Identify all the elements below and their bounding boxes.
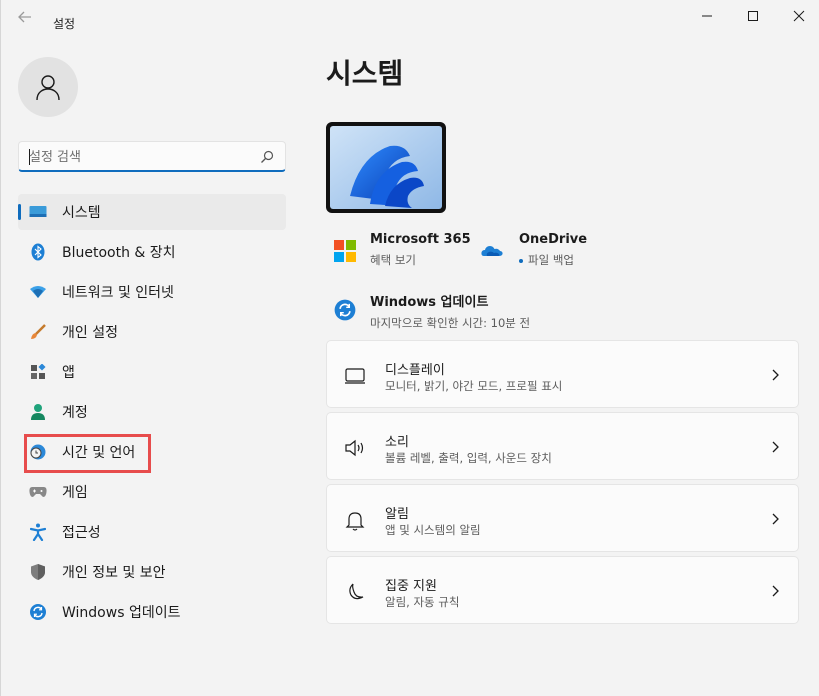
sidebar-item-label: Bluetooth & 장치 — [62, 245, 176, 261]
display-monitor-icon — [345, 368, 365, 384]
close-icon — [793, 10, 805, 22]
card-notifications[interactable]: 알림 앱 및 시스템의 알림 — [326, 484, 799, 552]
moon-icon — [349, 583, 364, 600]
card-subtitle: 알림, 자동 규칙 — [385, 595, 460, 609]
wallpaper-image — [330, 126, 442, 209]
privacy-shield-icon — [28, 562, 48, 582]
device-wallpaper-preview — [326, 122, 446, 213]
card-title: 소리 — [385, 435, 409, 450]
card-title: 알림 — [385, 507, 409, 522]
chevron-right-icon — [772, 369, 779, 381]
sidebar-item-bluetooth[interactable]: Bluetooth & 장치 — [18, 234, 286, 270]
sidebar-item-label: 앱 — [62, 365, 75, 381]
search-icon[interactable] — [259, 149, 275, 165]
page-title: 시스템 — [326, 57, 404, 90]
sidebar-item-label: 계정 — [62, 405, 88, 421]
sidebar-item-network[interactable]: 네트워크 및 인터넷 — [18, 274, 286, 310]
settings-search-box[interactable] — [18, 141, 286, 172]
personalization-brush-icon — [28, 322, 48, 342]
sidebar-item-label: 시스템 — [62, 205, 101, 221]
chevron-right-icon — [772, 585, 779, 597]
card-subtitle: 모니터, 밝기, 야간 모드, 프로필 표시 — [385, 379, 563, 393]
sidebar-item-privacy[interactable]: 개인 정보 및 보안 — [18, 554, 286, 590]
sidebar-item-label: 접근성 — [62, 525, 101, 541]
status-dot — [519, 258, 523, 263]
user-avatar[interactable] — [18, 57, 78, 117]
quick-link-subtitle: 혜택 보기 — [370, 253, 416, 267]
sidebar-item-personalization[interactable]: 개인 설정 — [18, 314, 286, 350]
back-arrow-icon — [18, 11, 31, 23]
speaker-icon — [345, 439, 364, 457]
maximize-icon — [748, 11, 758, 21]
settings-window: 설정 시스템 Bluetooth & 장치 — [0, 0, 819, 696]
sidebar-item-label: 개인 정보 및 보안 — [62, 565, 166, 581]
quick-link-microsoft-365[interactable]: Microsoft 365 혜택 보기 — [334, 232, 471, 268]
gaming-controller-icon — [28, 482, 48, 502]
quick-link-subtitle: 마지막으로 확인한 시간: 10분 전 — [370, 316, 531, 330]
sidebar-item-accessibility[interactable]: 접근성 — [18, 514, 286, 550]
sidebar-item-label: 개인 설정 — [62, 325, 118, 341]
minimize-icon — [702, 15, 712, 17]
sidebar-item-system[interactable]: 시스템 — [18, 194, 286, 230]
quick-link-windows-update[interactable]: Windows 업데이트 마지막으로 확인한 시간: 10분 전 — [334, 291, 530, 331]
close-button[interactable] — [776, 0, 819, 32]
window-title: 설정 — [53, 17, 76, 31]
quick-link-subtitle: 파일 백업 — [528, 253, 574, 267]
sidebar-item-label: 네트워크 및 인터넷 — [62, 285, 174, 301]
sidebar-nav: 시스템 Bluetooth & 장치 네트워크 및 인터넷 개인 설정 앱 계정… — [18, 194, 286, 634]
quick-link-title: OneDrive — [519, 232, 588, 247]
title-bar: 설정 — [1, 0, 819, 32]
search-input[interactable] — [29, 148, 249, 166]
quick-link-subtitle-row: 파일 백업 — [519, 252, 587, 268]
card-subtitle: 볼륨 레벨, 출력, 입력, 사운드 장치 — [385, 451, 552, 465]
chevron-right-icon — [772, 513, 779, 525]
sidebar-item-accounts[interactable]: 계정 — [18, 394, 286, 430]
windows-update-icon — [28, 602, 48, 622]
maximize-button[interactable] — [730, 0, 776, 32]
accessibility-icon — [28, 522, 48, 542]
card-display[interactable]: 디스플레이 모니터, 밝기, 야간 모드, 프로필 표시 — [326, 340, 799, 408]
sidebar-item-label: Windows 업데이트 — [62, 605, 181, 621]
user-icon — [36, 75, 60, 101]
settings-cards: 디스플레이 모니터, 밝기, 야간 모드, 프로필 표시 소리 볼륨 레벨, 출… — [326, 340, 799, 628]
minimize-button[interactable] — [684, 0, 730, 32]
apps-icon — [28, 362, 48, 382]
quick-link-title: Windows 업데이트 — [370, 295, 489, 310]
sidebar-item-gaming[interactable]: 게임 — [18, 474, 286, 510]
system-icon — [28, 202, 48, 222]
card-focus-assist[interactable]: 집중 지원 알림, 자동 규칙 — [326, 556, 799, 624]
windows-update-icon — [334, 299, 356, 321]
highlight-annotation-box — [24, 434, 151, 473]
card-title: 디스플레이 — [385, 363, 445, 378]
network-icon — [28, 282, 48, 302]
card-sound[interactable]: 소리 볼륨 레벨, 출력, 입력, 사운드 장치 — [326, 412, 799, 480]
quick-link-title: Microsoft 365 — [370, 232, 471, 247]
quick-link-onedrive[interactable]: OneDrive 파일 백업 — [481, 232, 587, 268]
microsoft-logo-icon — [334, 240, 356, 262]
card-title: 집중 지원 — [385, 579, 437, 594]
sidebar-item-apps[interactable]: 앱 — [18, 354, 286, 390]
sidebar-item-windows-update[interactable]: Windows 업데이트 — [18, 594, 286, 630]
bluetooth-icon — [28, 242, 48, 262]
back-button[interactable] — [13, 7, 39, 27]
sidebar-item-label: 게임 — [62, 485, 88, 501]
chevron-right-icon — [772, 441, 779, 453]
bell-icon — [345, 512, 365, 531]
onedrive-cloud-icon — [481, 246, 503, 256]
card-subtitle: 앱 및 시스템의 알림 — [385, 523, 481, 537]
account-icon — [28, 402, 48, 422]
